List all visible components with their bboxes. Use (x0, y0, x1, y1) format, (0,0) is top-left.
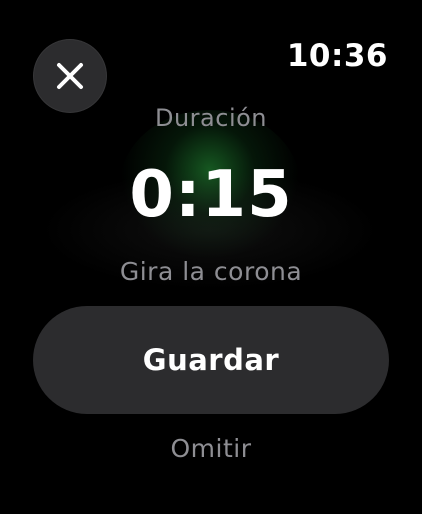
watch-screen: 10:36 Duración 0:15 Gira la corona Guard… (0, 0, 422, 514)
close-icon (55, 61, 85, 91)
save-button-label: Guardar (142, 343, 280, 377)
save-button[interactable]: Guardar (33, 306, 389, 414)
skip-button[interactable]: Omitir (0, 434, 422, 463)
duration-value[interactable]: 0:15 (0, 158, 422, 232)
duration-label: Duración (154, 104, 268, 132)
close-button[interactable] (33, 39, 107, 113)
crown-hint: Gira la corona (119, 257, 303, 286)
status-time: 10:36 (286, 38, 388, 74)
